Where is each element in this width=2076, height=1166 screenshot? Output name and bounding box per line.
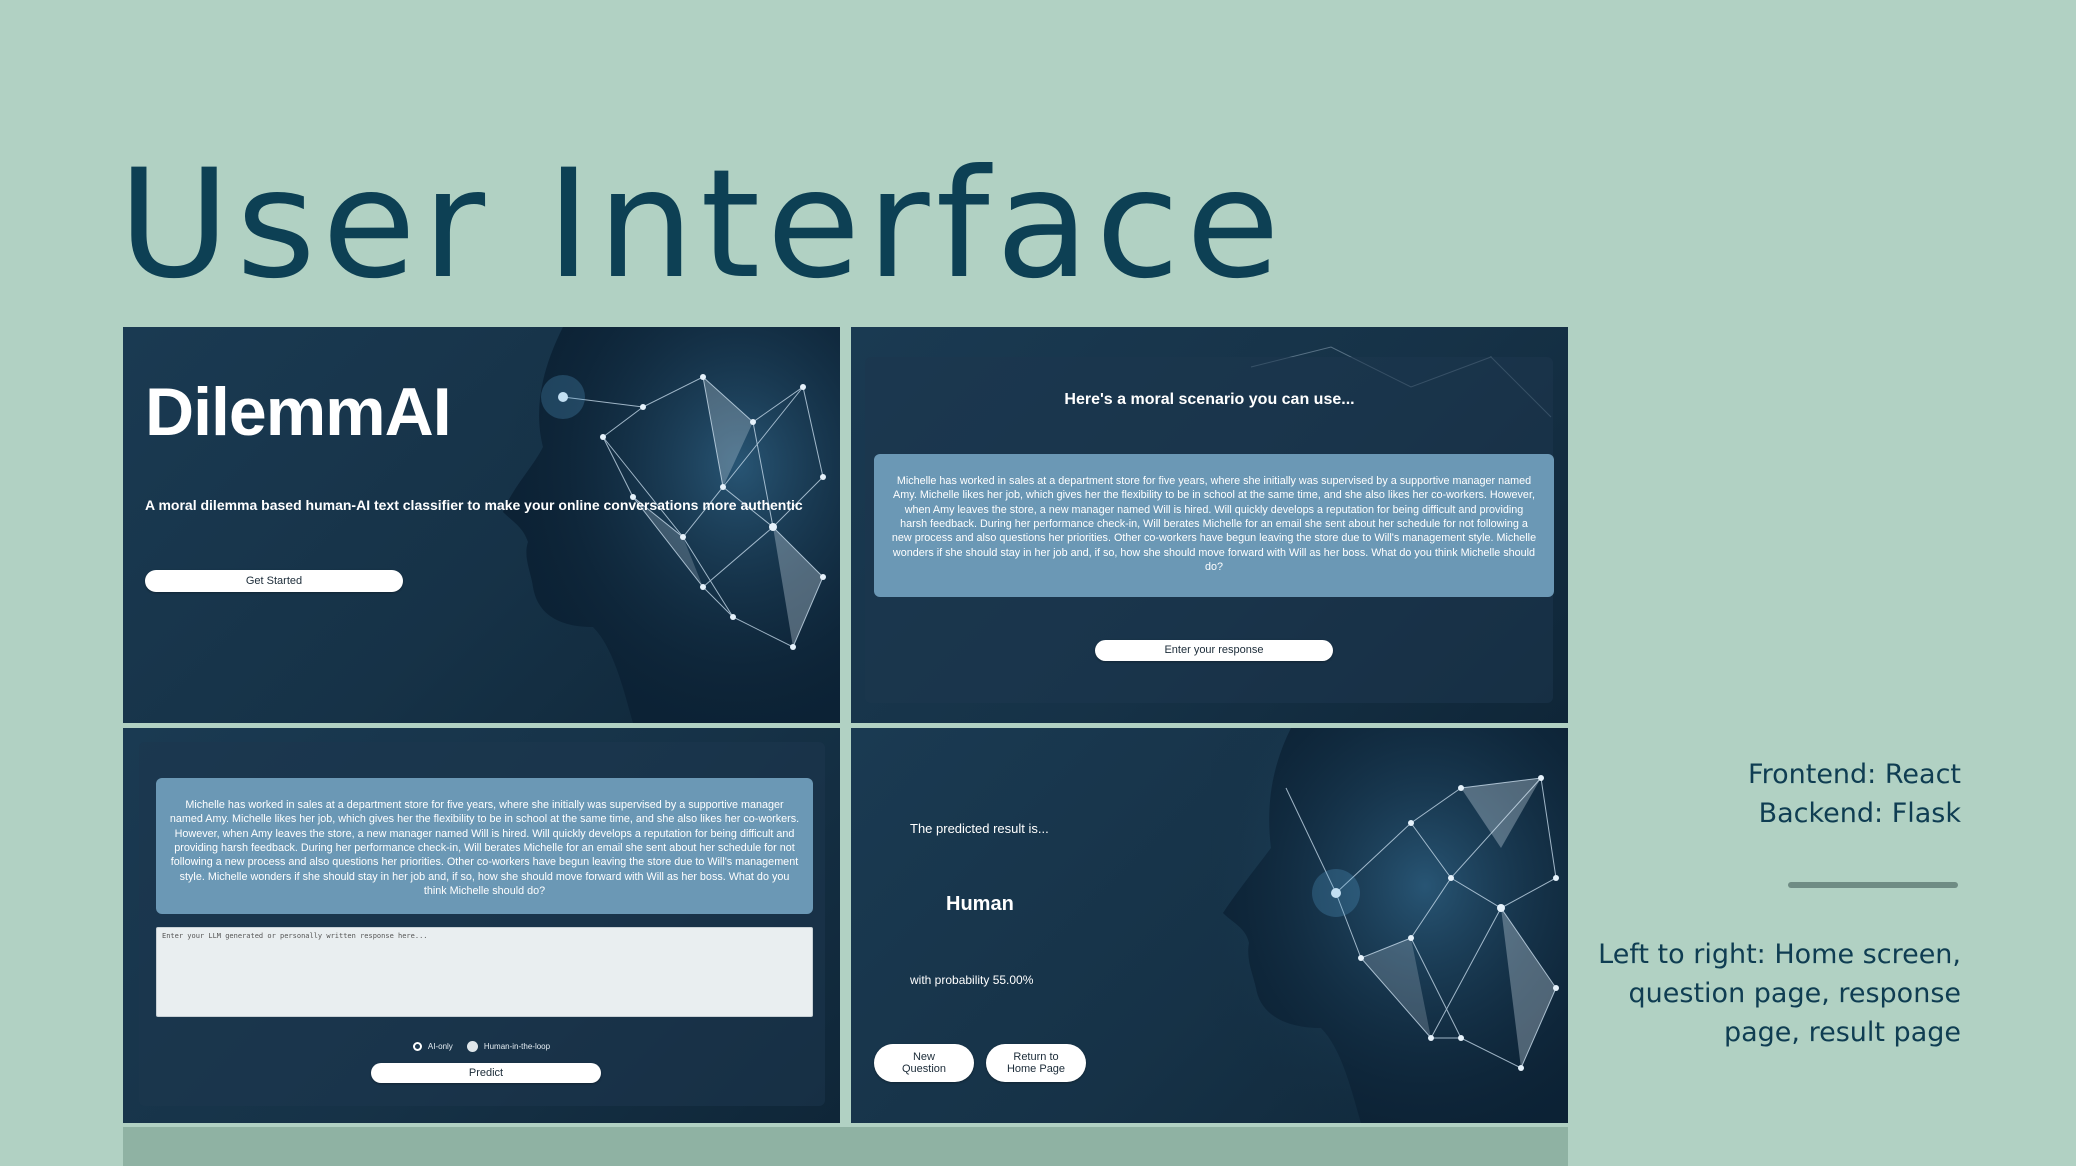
response-scenario-box: Michelle has worked in sales at a depart… [156, 778, 813, 914]
enter-response-button[interactable]: Enter your response [1095, 640, 1333, 661]
caption-notes: Left to right: Home screen, question pag… [1598, 935, 1961, 1052]
scenario-text-box: Michelle has worked in sales at a depart… [874, 454, 1554, 597]
new-question-line-1: New [912, 1051, 935, 1063]
return-home-line-2: Home Page [1006, 1063, 1066, 1075]
response-text-input[interactable]: Enter your LLM generated or personally w… [156, 927, 813, 1017]
backend-note: Backend: Flask [1758, 798, 1961, 830]
app-tagline: A moral dilemma based human-AI text clas… [145, 497, 803, 513]
predict-button[interactable]: Predict [371, 1063, 601, 1083]
caption-line-3: page, result page [1723, 1017, 1961, 1049]
get-started-button[interactable]: Get Started [145, 570, 403, 592]
bottom-strip [123, 1127, 1568, 1166]
caption-line-2: question page, response [1628, 978, 1961, 1010]
ai-only-label: AI-only [427, 1042, 453, 1051]
new-question-button[interactable]: New Question [874, 1044, 974, 1082]
result-probability: with probability 55.00% [910, 973, 1034, 987]
question-page-panel: Here's a moral scenario you can use... M… [851, 327, 1568, 723]
side-divider [1788, 882, 1958, 888]
home-screen-panel: DilemmAI A moral dilemma based human-AI … [123, 327, 840, 723]
result-page-panel: The predicted result is... Human with pr… [851, 728, 1568, 1123]
return-home-button[interactable]: Return to Home Page [986, 1044, 1086, 1082]
ai-only-radio[interactable] [412, 1042, 422, 1051]
mode-radio-group: AI-only Human-in-the-loop [123, 1041, 840, 1052]
app-brand-title: DilemmAI [145, 374, 452, 450]
ai-head-illustration [1211, 728, 1568, 1123]
scenario-heading: Here's a moral scenario you can use... [1064, 391, 1355, 408]
caption-line-1: Left to right: Home screen, [1598, 939, 1961, 970]
response-page-panel: Michelle has worked in sales at a depart… [123, 728, 840, 1123]
return-home-line-1: Return to [1013, 1051, 1059, 1063]
tech-stack-notes: Frontend: React Backend: Flask [1748, 755, 1961, 833]
ai-head-illustration [503, 327, 840, 723]
new-question-line-2: Question [901, 1063, 947, 1075]
human-in-the-loop-label: Human-in-the-loop [483, 1042, 551, 1051]
result-intro: The predicted result is... [910, 821, 1049, 836]
frontend-note: Frontend: React [1748, 759, 1961, 790]
result-label: Human [946, 893, 1014, 915]
slide-title: User Interface [118, 138, 1287, 312]
human-in-the-loop-radio[interactable] [466, 1041, 478, 1052]
